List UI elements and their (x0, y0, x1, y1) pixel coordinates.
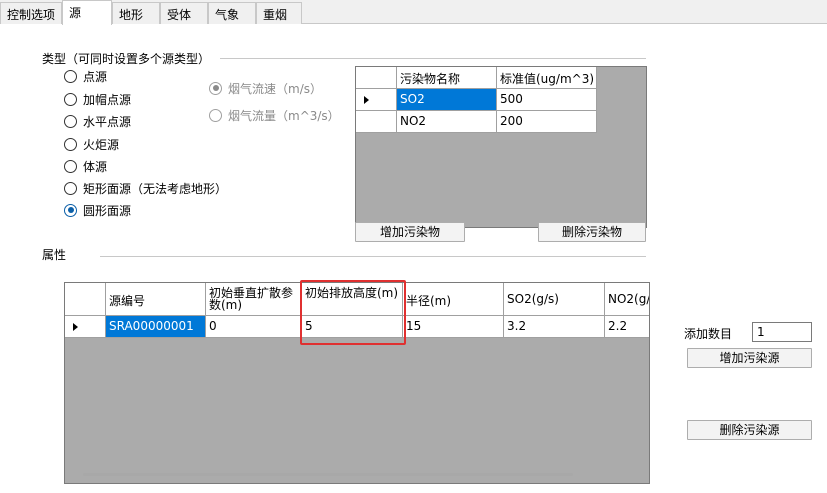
tab-fumigation[interactable]: 重烟 (256, 2, 302, 24)
table-row[interactable]: SRA00000001 0 5 15 3.2 2.2 (65, 316, 649, 338)
radio-circle-icon (209, 108, 222, 122)
radio-circle-icon (209, 81, 222, 95)
radio-label: 烟气流量（m^3/s） (228, 108, 340, 123)
initial-release-height-cell[interactable]: 5 (302, 316, 403, 338)
radio-label: 水平点源 (83, 114, 132, 129)
tab-bar: 控制选项 源 地形 受体 气象 重烟 (0, 0, 827, 25)
column-header-standard-value[interactable]: 标准值(ug/m^3) (497, 67, 597, 89)
row-header[interactable] (356, 111, 397, 133)
pollutant-grid-header: 污染物名称 标准值(ug/m^3) (356, 67, 597, 89)
table-row[interactable]: NO2 200 (356, 111, 597, 133)
tab-source[interactable]: 源 (62, 0, 112, 25)
column-header-source-id[interactable]: 源编号 (106, 283, 206, 316)
pollutant-name-cell[interactable]: NO2 (397, 111, 497, 133)
initial-vertical-dispersion-cell[interactable]: 0 (206, 316, 302, 338)
row-header-corner (65, 283, 106, 316)
radio-rect-area-source[interactable]: 矩形面源（无法考虑地形） (64, 180, 227, 196)
radio-label: 加帽点源 (83, 92, 132, 107)
radio-label: 体源 (83, 159, 108, 174)
radio-horizontal-point-source[interactable]: 水平点源 (64, 113, 131, 129)
add-count-label: 添加数目 (684, 327, 733, 341)
delete-source-button[interactable]: 删除污染源 (687, 420, 812, 440)
radio-label: 圆形面源 (83, 203, 132, 218)
radio-flare-source[interactable]: 火炬源 (64, 136, 119, 152)
row-header[interactable] (65, 316, 106, 338)
column-header-so2-rate[interactable]: SO2(g/s) (504, 283, 605, 316)
radio-point-source[interactable]: 点源 (64, 68, 107, 84)
source-grid[interactable]: 源编号 初始垂直扩散参数(m) 初始排放高度(m) 半径(m) SO2(g/s)… (64, 282, 650, 484)
radio-flue-gas-flow[interactable]: 烟气流量（m^3/s） (209, 107, 340, 123)
radio-circular-area-source[interactable]: 圆形面源 (64, 202, 131, 218)
radio-label: 烟气流速（m/s） (228, 81, 322, 96)
tab-meteorology[interactable]: 气象 (208, 2, 256, 24)
radio-circle-icon (64, 137, 77, 151)
tab-control-options[interactable]: 控制选项 (0, 2, 62, 24)
radius-cell[interactable]: 15 (403, 316, 504, 338)
radio-capped-point-source[interactable]: 加帽点源 (64, 91, 131, 107)
pollutant-grid[interactable]: 污染物名称 标准值(ug/m^3) SO2 500 NO2 200 (355, 66, 647, 228)
column-header-radius[interactable]: 半径(m) (403, 283, 504, 316)
row-header[interactable] (356, 89, 397, 111)
column-header-no2-rate[interactable]: NO2(g/ (605, 283, 649, 316)
table-row[interactable]: SO2 500 (356, 89, 597, 111)
source-grid-header: 源编号 初始垂直扩散参数(m) 初始排放高度(m) 半径(m) SO2(g/s)… (65, 283, 649, 316)
radio-circle-icon (64, 181, 77, 195)
standard-value-cell[interactable]: 500 (497, 89, 597, 111)
radio-label: 矩形面源（无法考虑地形） (83, 181, 228, 196)
radio-circle-icon (64, 114, 77, 128)
radio-circle-icon (64, 69, 77, 83)
column-header-pollutant-name[interactable]: 污染物名称 (397, 67, 497, 89)
add-count-input[interactable]: 1 (752, 322, 812, 342)
attributes-divider (100, 256, 646, 257)
add-pollutant-button[interactable]: 增加污染物 (355, 222, 465, 242)
standard-value-cell[interactable]: 200 (497, 111, 597, 133)
radio-circle-icon (64, 203, 77, 217)
radio-circle-icon (64, 92, 77, 106)
source-id-cell[interactable]: SRA00000001 (106, 316, 206, 338)
radio-circle-icon (64, 159, 77, 173)
tab-terrain[interactable]: 地形 (112, 2, 160, 24)
current-row-arrow-icon (73, 323, 78, 331)
so2-rate-cell[interactable]: 3.2 (504, 316, 605, 338)
column-header-initial-vertical-dispersion[interactable]: 初始垂直扩散参数(m) (206, 283, 302, 316)
radio-label: 点源 (83, 69, 108, 84)
radio-flue-gas-velocity[interactable]: 烟气流速（m/s） (209, 80, 322, 96)
delete-pollutant-button[interactable]: 删除污染物 (538, 222, 646, 242)
radio-label: 火炬源 (83, 137, 120, 152)
source-panel: 类型（可同时设置多个源类型） 点源 加帽点源 水平点源 火炬源 体源 矩形面源（… (0, 24, 827, 493)
type-group-divider (220, 58, 646, 59)
type-group-label: 类型（可同时设置多个源类型） (42, 52, 211, 66)
radio-volume-source[interactable]: 体源 (64, 158, 107, 174)
pollutant-name-cell[interactable]: SO2 (397, 89, 497, 111)
tab-receptor[interactable]: 受体 (160, 2, 208, 24)
column-header-initial-release-height[interactable]: 初始排放高度(m) (302, 283, 403, 316)
horizontal-scrollbar[interactable] (83, 473, 573, 476)
add-source-button[interactable]: 增加污染源 (687, 348, 812, 368)
current-row-arrow-icon (364, 96, 369, 104)
attributes-label: 属性 (42, 248, 67, 262)
row-header-corner (356, 67, 397, 89)
no2-rate-cell[interactable]: 2.2 (605, 316, 649, 338)
